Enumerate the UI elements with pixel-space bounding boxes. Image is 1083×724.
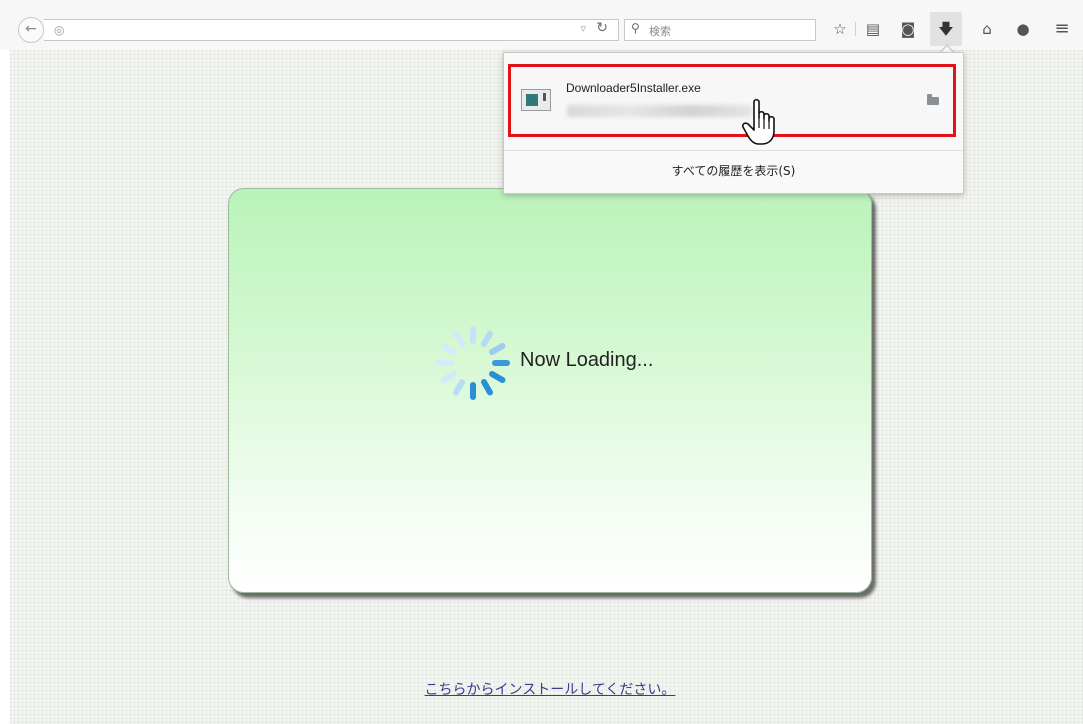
download-file-name: Downloader5Installer.exe <box>566 81 701 95</box>
clipboard-icon[interactable]: ▤ <box>862 18 884 40</box>
chat-icon[interactable]: ● <box>1012 18 1034 40</box>
search-placeholder: 検索 <box>649 25 671 38</box>
star-icon[interactable]: ☆ <box>829 18 851 40</box>
hand-pointer-icon <box>742 98 775 145</box>
browser-toolbar: ← ◎ ▿ ↻ ⚲ 検索 ☆ ▤ ◙ 🡇 ⌂ ● ≡ <box>0 0 1083 50</box>
install-link[interactable]: こちらからインストールしてください。 <box>229 679 871 699</box>
download-icon[interactable]: 🡇 <box>935 18 957 40</box>
loading-spinner-icon <box>436 326 510 400</box>
toolbar-separator <box>855 22 856 36</box>
download-status-blurred <box>567 105 752 117</box>
back-arrow-icon: ← <box>25 21 37 37</box>
back-button[interactable]: ← <box>18 17 44 43</box>
menu-icon[interactable]: ≡ <box>1051 18 1073 40</box>
exe-file-icon <box>521 89 551 111</box>
globe-icon: ◎ <box>54 23 65 37</box>
loading-card: こちらからインストールしてください。 <box>228 188 872 698</box>
loading-text: Now Loading... <box>520 349 654 371</box>
home-icon[interactable]: ⌂ <box>976 18 998 40</box>
show-all-downloads-button[interactable]: すべての履歴を表示(S) <box>504 151 963 193</box>
reload-icon[interactable]: ↻ <box>596 20 608 36</box>
pocket-icon[interactable]: ◙ <box>897 18 919 40</box>
search-icon: ⚲ <box>631 21 640 35</box>
url-bar[interactable]: ◎ ▿ ↻ <box>44 19 619 41</box>
folder-icon[interactable] <box>927 94 939 105</box>
search-bar[interactable]: ⚲ 検索 <box>624 19 816 41</box>
history-dropdown-icon[interactable]: ▿ <box>580 22 586 35</box>
download-item[interactable]: Downloader5Installer.exe <box>508 64 956 137</box>
